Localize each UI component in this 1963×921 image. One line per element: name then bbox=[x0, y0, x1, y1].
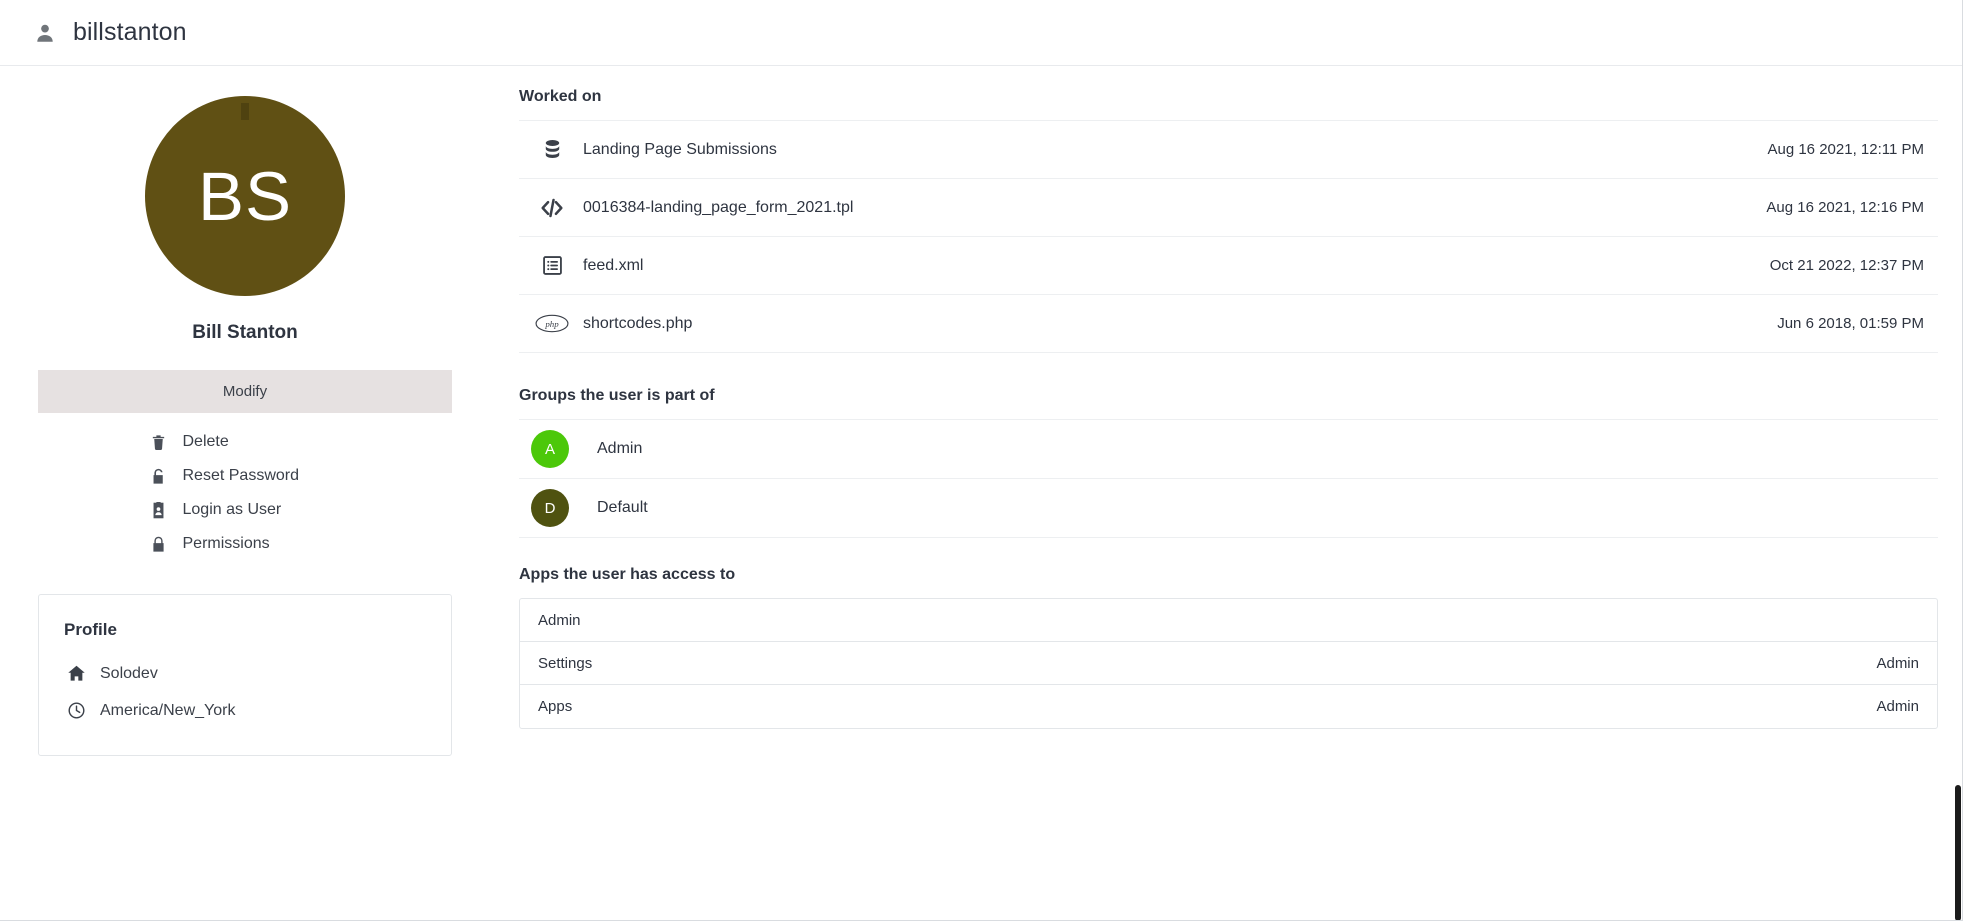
apps-row[interactable]: Apps Admin bbox=[520, 685, 1937, 728]
profile-main-content: Worked on Landing Page Submissions Aug 1… bbox=[490, 66, 1962, 729]
page-header: billstanton bbox=[0, 0, 1962, 66]
profile-card-title: Profile bbox=[64, 620, 117, 639]
apps-row[interactable]: Admin bbox=[520, 599, 1937, 642]
home-icon bbox=[64, 664, 88, 683]
action-delete[interactable]: Delete bbox=[38, 425, 452, 459]
lock-icon bbox=[148, 536, 170, 553]
group-name: Admin bbox=[597, 440, 643, 457]
list-document-icon bbox=[521, 254, 583, 277]
svg-text:php: php bbox=[544, 319, 559, 329]
php-icon: php bbox=[521, 313, 583, 334]
page-body: BS Bill Stanton Modify Delete Reset Pass… bbox=[0, 66, 1962, 756]
display-name: Bill Stanton bbox=[192, 322, 298, 343]
profile-sidebar: BS Bill Stanton Modify Delete Reset Pass… bbox=[0, 66, 490, 756]
profile-actions-list: Delete Reset Password Login as User Perm… bbox=[38, 425, 452, 561]
action-label: Delete bbox=[182, 433, 229, 450]
clock-icon bbox=[64, 701, 88, 720]
group-avatar: A bbox=[531, 430, 569, 468]
worked-on-name: 0016384-landing_page_form_2021.tpl bbox=[583, 198, 854, 216]
apps-section: Apps the user has access to Admin Settin… bbox=[519, 566, 1938, 729]
action-label: Reset Password bbox=[182, 467, 300, 484]
avatar: BS bbox=[145, 96, 345, 296]
modify-button[interactable]: Modify bbox=[38, 370, 452, 413]
apps-title: Apps the user has access to bbox=[519, 566, 736, 583]
page-title: billstanton bbox=[73, 18, 187, 46]
group-name: Default bbox=[597, 499, 648, 516]
app-name: Admin bbox=[538, 611, 581, 629]
groups-section: Groups the user is part of A Admin D Def… bbox=[519, 387, 1938, 538]
id-badge-icon bbox=[148, 501, 170, 519]
group-avatar: D bbox=[531, 489, 569, 527]
avatar-initials: BS bbox=[197, 157, 293, 235]
app-role: Admin bbox=[1876, 698, 1919, 715]
profile-row-label: America/New_York bbox=[100, 701, 236, 719]
worked-on-date: Aug 16 2021, 12:16 PM bbox=[1766, 199, 1924, 216]
groups-title: Groups the user is part of bbox=[519, 387, 715, 404]
worked-on-name: feed.xml bbox=[583, 256, 644, 274]
group-row[interactable]: D Default bbox=[519, 479, 1938, 538]
action-login-as-user[interactable]: Login as User bbox=[38, 493, 452, 527]
worked-on-row[interactable]: php shortcodes.php Jun 6 2018, 01:59 PM bbox=[519, 295, 1938, 353]
action-permissions[interactable]: Permissions bbox=[38, 527, 452, 561]
worked-on-row[interactable]: 0016384-landing_page_form_2021.tpl Aug 1… bbox=[519, 179, 1938, 237]
user-profile-page: billstanton BS Bill Stanton Modify Delet… bbox=[0, 0, 1963, 921]
worked-on-title: Worked on bbox=[519, 88, 602, 105]
trash-icon bbox=[148, 434, 170, 451]
worked-on-date: Oct 21 2022, 12:37 PM bbox=[1769, 257, 1924, 274]
worked-on-date: Aug 16 2021, 12:11 PM bbox=[1767, 141, 1924, 158]
action-label: Permissions bbox=[182, 535, 270, 552]
profile-row-label: Solodev bbox=[100, 664, 158, 682]
person-icon bbox=[32, 20, 58, 46]
worked-on-date: Jun 6 2018, 01:59 PM bbox=[1777, 315, 1924, 332]
group-row[interactable]: A Admin bbox=[519, 420, 1938, 479]
app-name: Settings bbox=[538, 654, 593, 672]
worked-on-row[interactable]: feed.xml Oct 21 2022, 12:37 PM bbox=[519, 237, 1938, 295]
groups-list: A Admin D Default bbox=[519, 419, 1938, 538]
worked-on-name: shortcodes.php bbox=[583, 314, 693, 332]
database-icon bbox=[521, 138, 583, 161]
action-reset-password[interactable]: Reset Password bbox=[38, 459, 452, 493]
unlock-icon bbox=[148, 468, 170, 485]
avatar-notch bbox=[241, 103, 249, 120]
worked-on-row[interactable]: Landing Page Submissions Aug 16 2021, 12… bbox=[519, 121, 1938, 179]
worked-on-name: Landing Page Submissions bbox=[583, 140, 777, 158]
scrollbar-thumb[interactable] bbox=[1955, 785, 1961, 920]
worked-on-list: Landing Page Submissions Aug 16 2021, 12… bbox=[519, 120, 1938, 353]
app-name: Apps bbox=[538, 698, 573, 715]
apps-row[interactable]: Settings Admin bbox=[520, 642, 1937, 685]
app-role: Admin bbox=[1876, 654, 1919, 672]
apps-table: Admin Settings Admin Apps Admin bbox=[519, 598, 1938, 729]
profile-row-timezone: America/New_York bbox=[64, 701, 426, 720]
action-label: Login as User bbox=[182, 501, 282, 518]
profile-row-site: Solodev bbox=[64, 664, 426, 683]
code-icon bbox=[521, 195, 583, 221]
avatar-container: BS bbox=[38, 96, 452, 296]
profile-card: Profile Solodev America/New_York bbox=[38, 594, 452, 756]
page-scrollbar[interactable] bbox=[1954, 0, 1962, 920]
